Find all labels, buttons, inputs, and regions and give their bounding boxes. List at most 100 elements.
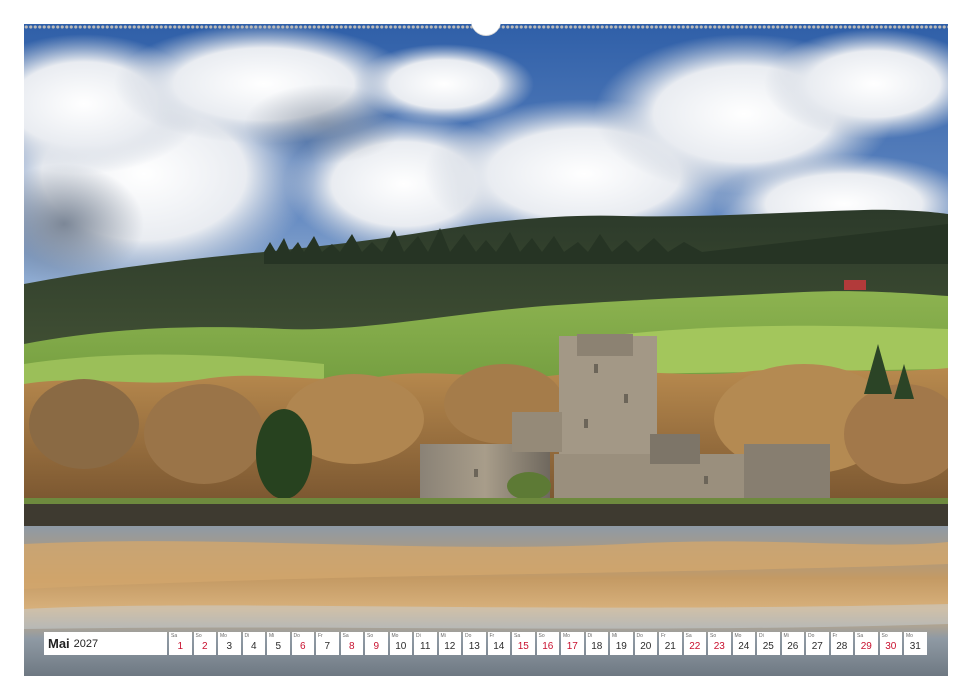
calendar-day: Mo 31 (904, 632, 927, 655)
calendar-day: Mo 3 (218, 632, 241, 655)
day-number: 4 (250, 641, 257, 652)
day-number: 19 (615, 641, 627, 652)
month-name: Mai (48, 636, 70, 651)
calendar-day: Do 20 (634, 632, 657, 655)
calendar-day: Mi 19 (610, 632, 633, 655)
day-number: 31 (909, 641, 921, 652)
day-number: 24 (738, 641, 750, 652)
weekday-label: Mi (269, 633, 275, 639)
calendar-day: Sa 22 (683, 632, 706, 655)
month-label: Mai 2027 (44, 632, 167, 655)
day-number: 10 (395, 641, 407, 652)
calendar-day: Di 18 (585, 632, 608, 655)
weekday-label: So (710, 633, 717, 639)
calendar-day: Sa 29 (855, 632, 878, 655)
weekday-label: Mi (612, 633, 618, 639)
calendar-day: Fr 7 (316, 632, 339, 655)
calendar-day: Do 13 (463, 632, 486, 655)
calendar-day: So 23 (708, 632, 731, 655)
day-number: 2 (201, 641, 208, 652)
day-number: 23 (713, 641, 725, 652)
weekday-label: Mo (220, 633, 227, 639)
day-number: 26 (787, 641, 799, 652)
weekday-label: Sa (171, 633, 178, 639)
day-row: Sa 1 So 2 Mo 3 Di 4 Mi 5 Do 6 Fr 7 Sa 8 So 9 Mo 10 Di 11 Mi 12 D… (169, 632, 928, 655)
calendar-day: Mo 10 (389, 632, 412, 655)
calendar-day: Di 25 (757, 632, 780, 655)
weekday-label: So (881, 633, 888, 639)
calendar-day: Fr 14 (487, 632, 510, 655)
day-number: 18 (591, 641, 603, 652)
weekday-label: Di (244, 633, 250, 639)
calendar-day: Mo 24 (732, 632, 755, 655)
day-number: 25 (762, 641, 774, 652)
weekday-label: Fr (661, 633, 666, 639)
weekday-label: Mo (391, 633, 399, 639)
weekday-label: Mo (563, 633, 570, 639)
weekday-label: Sa (514, 633, 521, 639)
calendar-day: So 9 (365, 632, 388, 655)
calendar-day: So 16 (536, 632, 559, 655)
day-number: 5 (275, 641, 282, 652)
day-number: 29 (860, 641, 872, 652)
calendar-day: Do 6 (291, 632, 314, 655)
weekday-label: Fr (832, 633, 838, 639)
calendar-page: Mai 2027 Sa 1 So 2 Mo 3 Di 4 Mi 5 Do 6 Fr 7 Sa 8 So 9 Mo 10… (0, 0, 971, 700)
day-number: 12 (444, 641, 456, 652)
weekday-label: So (538, 633, 545, 639)
weekday-label: Fr (489, 633, 495, 639)
day-number: 11 (420, 641, 431, 652)
weekday-label: Sa (857, 633, 864, 639)
day-number: 28 (836, 641, 848, 652)
day-number: 27 (811, 641, 823, 652)
weekday-label: Di (587, 633, 593, 639)
weekday-label: So (195, 633, 202, 639)
calendar-day: Sa 1 (169, 632, 192, 655)
calendar-day: Mo 17 (561, 632, 584, 655)
weekday-label: Do (808, 633, 815, 639)
day-number: 3 (226, 641, 233, 652)
weekday-label: Do (636, 633, 643, 639)
weekday-label: Di (416, 633, 421, 639)
weekday-label: Mo (906, 633, 913, 639)
photo-illustration (24, 24, 948, 676)
weekday-label: So (367, 633, 374, 639)
weekday-label: Di (759, 633, 764, 639)
calendar-day: Mi 26 (781, 632, 804, 655)
weekday-label: Sa (342, 633, 349, 639)
calendar-day: Di 11 (414, 632, 437, 655)
month-year: 2027 (73, 637, 99, 650)
calendar-day: Do 27 (806, 632, 829, 655)
day-number: 9 (373, 641, 380, 652)
weekday-label: Do (465, 633, 472, 639)
calendar-day: Sa 15 (512, 632, 535, 655)
calendar-day: Mi 12 (438, 632, 461, 655)
day-number: 21 (664, 641, 676, 652)
day-number: 6 (299, 641, 306, 652)
day-number: 1 (177, 641, 184, 652)
calendar-day: Di 4 (242, 632, 265, 655)
day-number: 13 (468, 641, 480, 652)
day-number: 14 (493, 641, 505, 652)
calendar-day: Mi 5 (267, 632, 290, 655)
calendar-strip: Mai 2027 Sa 1 So 2 Mo 3 Di 4 Mi 5 Do 6 Fr 7 Sa 8 So 9 Mo 10… (44, 632, 928, 655)
day-number: 22 (689, 641, 701, 652)
day-number: 17 (566, 641, 578, 652)
weekday-label: Mi (783, 633, 789, 639)
weekday-label: Do (293, 633, 300, 639)
weekday-label: Mo (734, 633, 742, 639)
calendar-day: Fr 21 (659, 632, 682, 655)
weekday-label: Sa (685, 633, 692, 639)
day-number: 16 (542, 641, 554, 652)
calendar-day: Fr 28 (830, 632, 853, 655)
calendar-day: So 2 (193, 632, 216, 655)
day-number: 30 (885, 641, 897, 652)
day-number: 15 (517, 641, 529, 652)
weekday-label: Fr (318, 633, 323, 639)
weekday-label: Mi (440, 633, 446, 639)
calendar-day: Sa 8 (340, 632, 363, 655)
day-number: 8 (348, 641, 355, 652)
castle-landscape-photo (24, 24, 948, 676)
calendar-day: So 30 (879, 632, 902, 655)
day-number: 7 (324, 641, 331, 652)
